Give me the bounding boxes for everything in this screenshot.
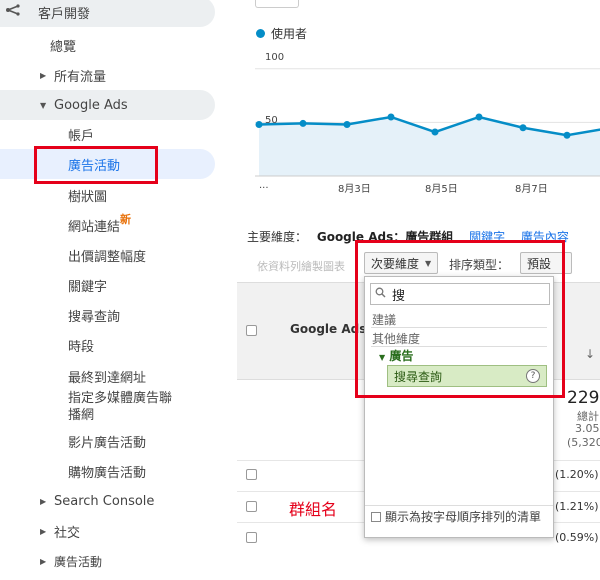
series-area	[259, 117, 600, 176]
sidebar-item-search-queries[interactable]: 搜尋查詢	[0, 300, 215, 330]
expand-right-icon: ▶	[40, 556, 47, 566]
row-checkbox[interactable]	[246, 469, 257, 480]
row-value: (0.59%)	[555, 531, 599, 544]
data-point[interactable]	[387, 113, 395, 121]
series-dot-icon	[256, 29, 265, 38]
metric-total: 229	[567, 388, 600, 408]
select-all-checkbox[interactable]	[246, 325, 257, 336]
acquisition-icon	[6, 4, 28, 20]
sidebar-item-sitelinks[interactable]: 網站連結 新	[0, 210, 215, 240]
sidebar-item-google-ads[interactable]: ▼ Google Ads	[0, 90, 215, 120]
x-tick-1: 8月3日	[338, 184, 371, 195]
sidebar-section-acquisition[interactable]: 客戶開發	[0, 0, 215, 27]
sidebar-item-all-traffic[interactable]: ▶ 所有流量	[0, 60, 215, 90]
sidebar: 客戶開發 總覽 ▶ 所有流量 ▼ Google Ads 帳戶 廣告活動 樹狀圖 …	[0, 0, 237, 580]
sidebar-section-title: 客戶開發	[38, 6, 91, 22]
row-value: (1.21%)	[555, 500, 599, 513]
sort-desc-icon[interactable]: ↓	[585, 347, 595, 361]
metric-total-count: (5,320)	[567, 436, 600, 449]
new-badge: 新	[120, 213, 132, 226]
sidebar-item-campaigns-group[interactable]: ▶ 廣告活動	[0, 546, 215, 576]
expand-down-icon: ▼	[40, 100, 47, 110]
x-tick-0: ...	[259, 180, 269, 191]
primary-dimension-label: 主要維度：	[247, 230, 308, 244]
data-point[interactable]	[475, 113, 483, 121]
sidebar-item-accounts[interactable]: 帳戶	[0, 119, 215, 149]
sidebar-item-keywords[interactable]: 關鍵字	[0, 270, 215, 300]
sidebar-item-shopping-campaigns[interactable]: 購物廣告活動	[0, 456, 215, 486]
data-point[interactable]	[343, 121, 351, 129]
main-panel: 使用者 100 50 ... 8月3日 8月5日 8月7日 主要維度： Goog…	[237, 0, 600, 580]
y-tick-100: 100	[265, 52, 285, 63]
alphabetical-checkbox[interactable]	[371, 512, 381, 522]
sidebar-item-bid-adjustments[interactable]: 出價調整幅度	[0, 240, 215, 270]
chart-legend: 使用者	[256, 25, 307, 42]
expand-right-icon: ▶	[40, 70, 47, 80]
sidebar-item-final-urls[interactable]: 最終到達網址	[0, 361, 215, 391]
plot-rows-button[interactable]: 依資料列繪製圖表	[257, 258, 345, 274]
x-tick-2: 8月5日	[425, 184, 458, 195]
highlight-box-campaigns	[34, 146, 158, 184]
data-point[interactable]	[519, 124, 527, 132]
alphabetical-list-option[interactable]: 顯示為按字母順序排列的清單	[365, 505, 553, 529]
users-chart: 100 50 ... 8月3日 8月5日 8月7日	[255, 48, 600, 198]
sidebar-item-social[interactable]: ▶ 社交	[0, 516, 215, 546]
x-tick-3: 8月7日	[515, 184, 548, 195]
expand-right-icon: ▶	[40, 526, 47, 536]
sidebar-item-display-targeting[interactable]: 指定多媒體廣告聯播網	[0, 388, 200, 426]
y-tick-50: 50	[265, 115, 278, 126]
row-checkbox[interactable]	[246, 501, 257, 512]
row-value: (1.20%)	[555, 468, 599, 481]
data-point[interactable]	[299, 119, 307, 127]
annotation-group-name: 群組名	[289, 500, 338, 519]
sidebar-item-video-campaigns[interactable]: 影片廣告活動	[0, 426, 215, 456]
sidebar-item-overview[interactable]: 總覽	[0, 30, 215, 60]
row-checkbox[interactable]	[246, 532, 257, 543]
date-range-button[interactable]	[255, 0, 299, 8]
sidebar-item-hour-of-day[interactable]: 時段	[0, 330, 215, 360]
data-point[interactable]	[255, 121, 263, 129]
legend-label: 使用者	[271, 27, 308, 41]
sidebar-item-search-console[interactable]: ▶ Search Console	[0, 486, 215, 516]
metric-total-percent: 3.05%	[575, 422, 600, 435]
sidebar-item-treemaps[interactable]: 樹狀圖	[0, 180, 215, 210]
data-point[interactable]	[563, 131, 571, 139]
highlight-box-secondary-dimension	[355, 240, 565, 398]
data-point[interactable]	[431, 128, 439, 136]
expand-right-icon: ▶	[40, 496, 47, 506]
chart-svg	[255, 68, 600, 177]
